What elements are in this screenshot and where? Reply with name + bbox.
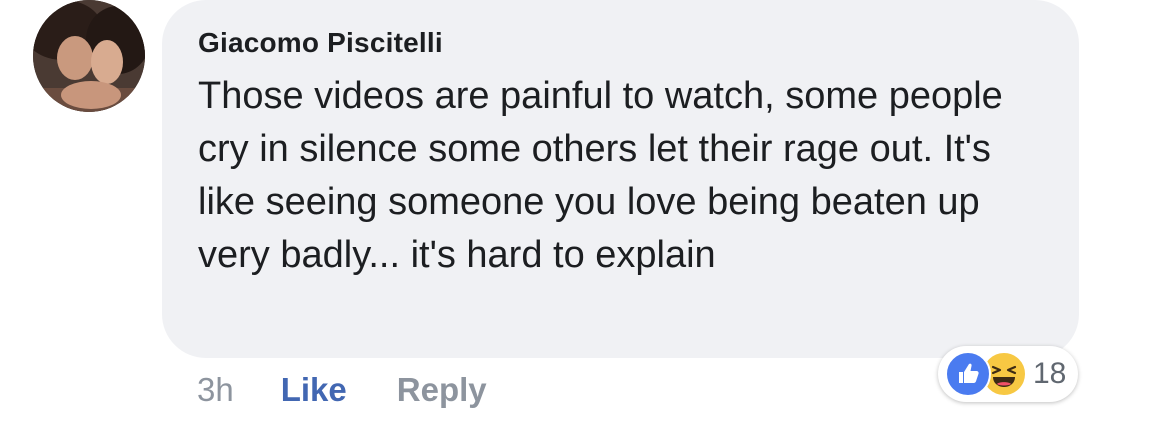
like-icon xyxy=(945,351,991,397)
comment-bubble: Giacomo Piscitelli Those videos are pain… xyxy=(162,0,1079,358)
comment-text: Those videos are painful to watch, some … xyxy=(198,75,1003,276)
avatar-photo xyxy=(33,0,145,112)
avatar[interactable] xyxy=(33,0,145,112)
timestamp[interactable]: 3h xyxy=(197,368,234,412)
reaction-count: 18 xyxy=(1033,357,1067,390)
reply-button[interactable]: Reply xyxy=(397,368,487,412)
like-button[interactable]: Like xyxy=(281,368,347,412)
comment-actions: 3h Like Reply xyxy=(197,368,487,412)
comment-author[interactable]: Giacomo Piscitelli xyxy=(198,26,1049,60)
reactions-summary[interactable]: 18 xyxy=(938,346,1078,402)
